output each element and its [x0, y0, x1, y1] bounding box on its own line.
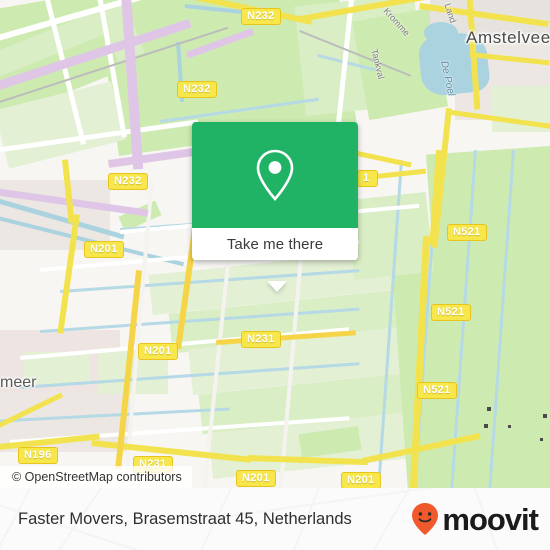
- shield-n232-mid: N232: [177, 81, 217, 98]
- shield-n201-bottom: N201: [236, 470, 276, 487]
- destination-card[interactable]: Take me there: [192, 122, 358, 260]
- shield-n232-left: N232: [108, 173, 148, 190]
- moovit-wordmark: moovit: [442, 501, 539, 537]
- shield-n201-bottomright: N201: [341, 472, 381, 488]
- shield-n521-right: N521: [431, 304, 471, 321]
- shield-n201-left: N201: [84, 241, 124, 258]
- map-pin-icon: [256, 149, 294, 201]
- shield-n521-bottomright: N521: [417, 382, 457, 399]
- shield-n196: N196: [18, 447, 58, 464]
- shield-n521-topright: N521: [447, 224, 487, 241]
- shield-partial-right: 1: [357, 170, 378, 187]
- shield-n231-center: N231: [241, 331, 281, 348]
- place-title: Faster Movers, Brasemstraat 45, Netherla…: [18, 509, 352, 528]
- card-icon-area: [192, 122, 358, 228]
- map-canvas[interactable]: Amstelveen meer De Poel Kromme Land Tank…: [0, 0, 550, 488]
- moovit-logo[interactable]: moovit: [410, 488, 539, 550]
- callout-tail: [267, 281, 287, 292]
- destination-callout[interactable]: Take me there: [192, 122, 358, 292]
- footer-bar: Faster Movers, Brasemstraat 45, Netherla…: [0, 488, 550, 550]
- shield-n232-top: N232: [241, 8, 281, 25]
- osm-attribution[interactable]: © OpenStreetMap contributors: [0, 466, 192, 488]
- shield-n201-lowerleft: N201: [138, 343, 178, 360]
- take-me-there-button[interactable]: Take me there: [192, 228, 358, 260]
- map-share-card: Amstelveen meer De Poel Kromme Land Tank…: [0, 0, 550, 550]
- smiling-pin-icon: [412, 503, 439, 535]
- take-me-there-label: Take me there: [226, 235, 324, 253]
